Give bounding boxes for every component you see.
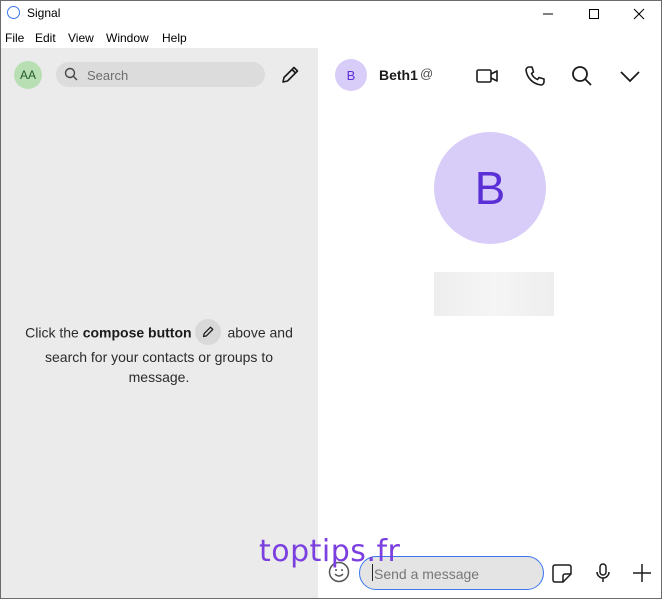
inline-compose-icon: [194, 319, 221, 345]
video-call-button[interactable]: [474, 63, 500, 89]
close-button[interactable]: [616, 1, 661, 27]
voice-note-button[interactable]: [591, 561, 615, 585]
minimize-button[interactable]: [525, 1, 571, 27]
plus-icon: [633, 564, 651, 582]
sticker-icon: [552, 564, 572, 583]
search-icon: [64, 67, 78, 81]
phone-icon: [525, 66, 545, 86]
contact-avatar-small[interactable]: B: [335, 59, 367, 91]
window-title: Signal: [27, 6, 61, 20]
menu-window[interactable]: Window: [106, 31, 149, 45]
blurred-contact-info: [434, 272, 554, 316]
watermark-text: toptips.fr: [259, 534, 401, 569]
empty-state-message: Click the compose button above and searc…: [17, 319, 301, 387]
contact-name[interactable]: Beth1: [379, 67, 418, 83]
search-box: [56, 62, 265, 87]
my-profile-avatar[interactable]: AA: [14, 61, 42, 89]
search-icon: [572, 66, 592, 86]
search-conversation-button[interactable]: [569, 63, 595, 89]
video-icon: [476, 69, 498, 83]
conversation-pane: B Beth1 @ B: [318, 48, 661, 598]
conversation-list-pane: AA Click the compose button above and se…: [1, 48, 318, 598]
menu-file[interactable]: File: [5, 31, 24, 45]
title-bar: Signal: [1, 1, 661, 27]
sticker-button[interactable]: [550, 561, 574, 585]
microphone-icon: [596, 563, 610, 582]
pencil-icon: [282, 66, 299, 83]
empty-text-before: Click the: [25, 324, 83, 341]
contact-avatar-large: B: [434, 132, 546, 244]
at-icon: @: [420, 66, 434, 81]
menu-edit[interactable]: Edit: [35, 31, 56, 45]
maximize-icon: [589, 9, 599, 19]
attach-button[interactable]: [630, 561, 654, 585]
menu-view[interactable]: View: [68, 31, 94, 45]
voice-call-button[interactable]: [522, 63, 548, 89]
signal-window: Signal File Edit View Window Help AA Sea…: [0, 0, 662, 599]
empty-text-bold: compose button: [82, 324, 192, 341]
more-options-button[interactable]: [617, 63, 643, 89]
signal-app-icon: [7, 6, 20, 19]
menu-bar: File Edit View Window Help: [1, 29, 661, 48]
chevron-down-icon: [620, 71, 640, 83]
close-icon: [633, 8, 645, 20]
compose-button[interactable]: [278, 63, 302, 87]
maximize-button[interactable]: [571, 1, 617, 27]
search-input[interactable]: [85, 65, 259, 85]
minimize-icon: [543, 13, 553, 15]
menu-help[interactable]: Help: [162, 31, 187, 45]
